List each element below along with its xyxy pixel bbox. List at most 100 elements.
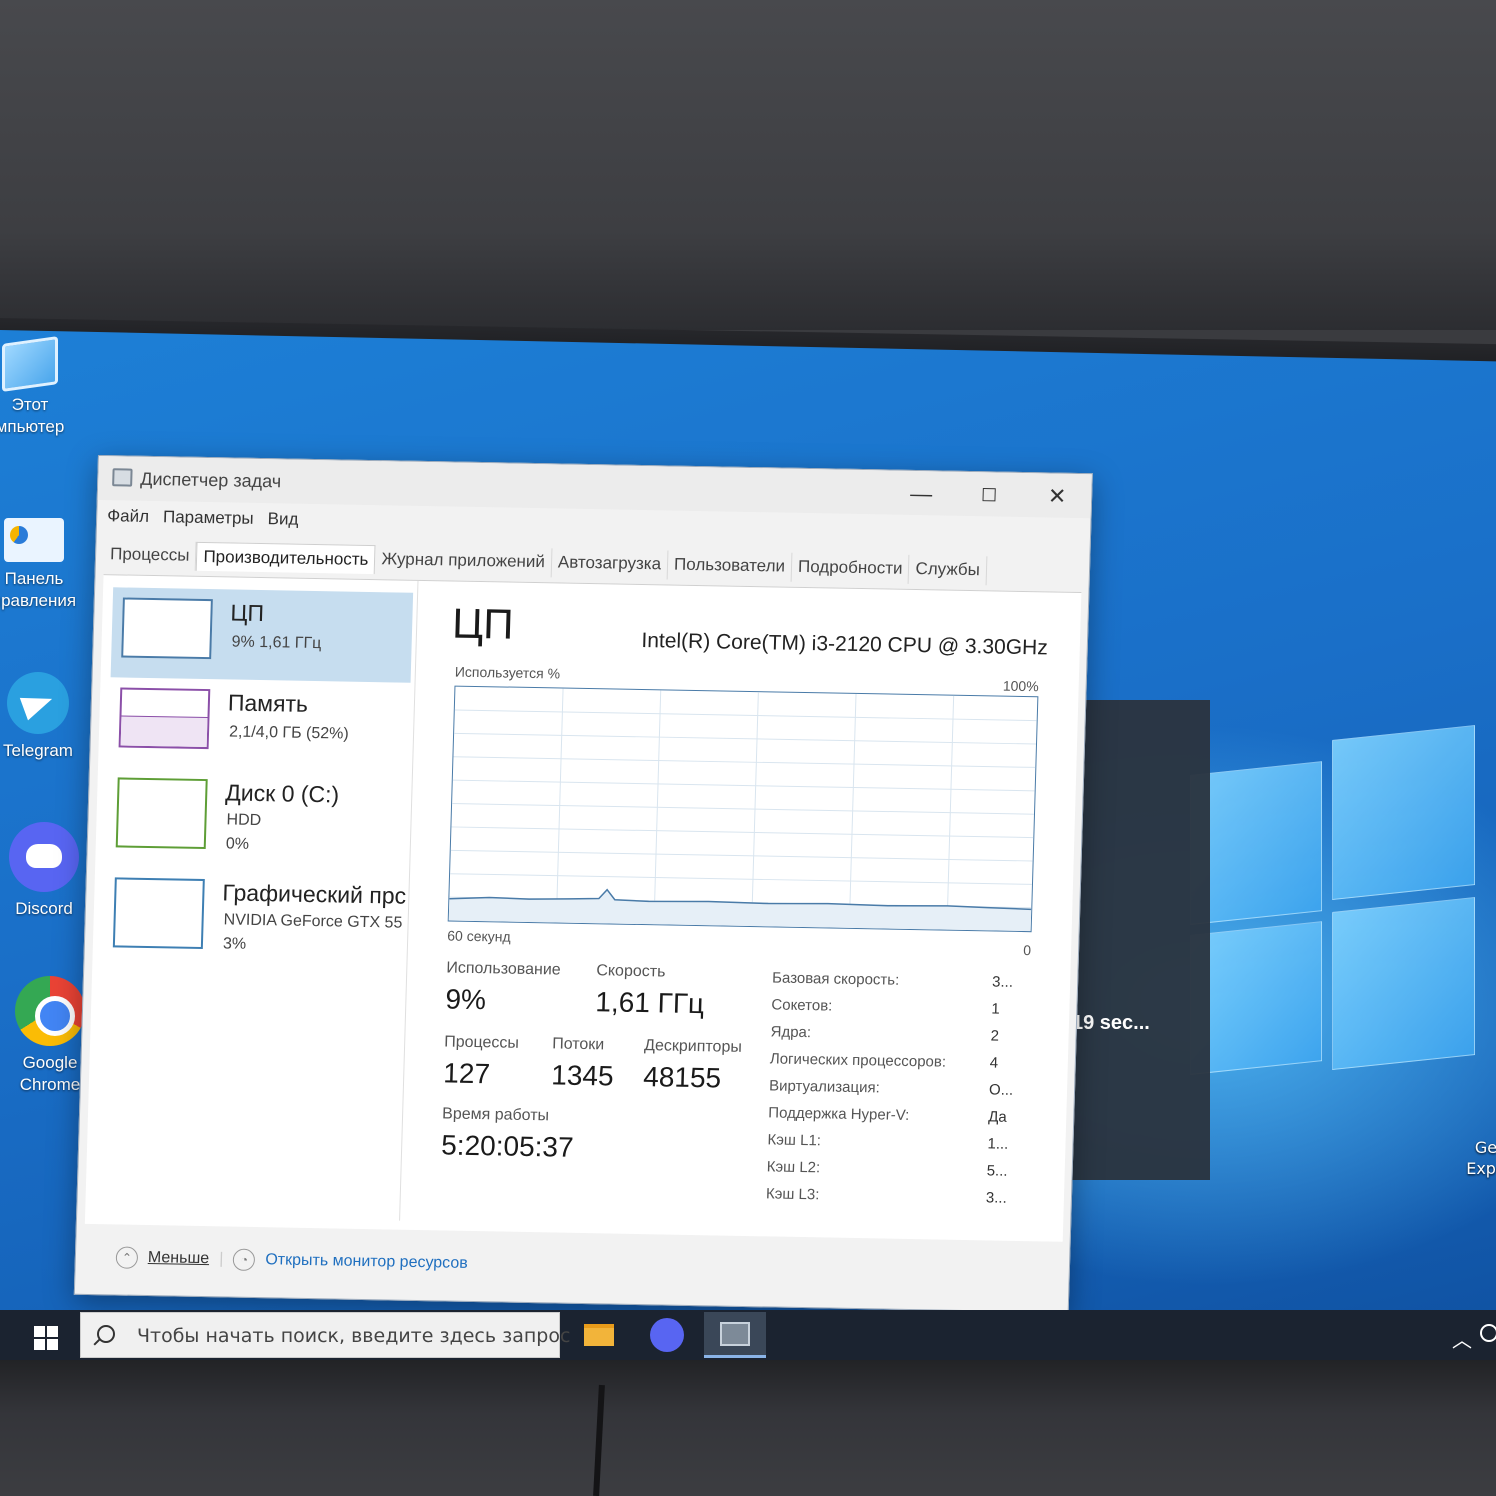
sidebar-item-detail: 0% <box>225 835 250 853</box>
sidebar-item-detail: 9% 1,61 ГГц <box>231 633 322 653</box>
spec-key: Базовая скорость: <box>771 969 900 989</box>
chevron-up-icon[interactable]: ⌃ <box>115 1246 139 1269</box>
task-manager-icon <box>720 1322 750 1346</box>
start-button[interactable] <box>22 1320 64 1352</box>
desktop-icon-label: Этот мпьютер <box>0 395 65 437</box>
this-pc-icon <box>2 336 58 392</box>
usage-value: 9% <box>445 983 487 1016</box>
fewer-details-link[interactable]: Меньше <box>148 1249 210 1268</box>
disk-mini-graph <box>115 777 208 850</box>
menu-options[interactable]: Параметры <box>163 507 254 529</box>
background-window-text: 19 sec... <box>1072 1012 1150 1034</box>
desktop-icon-label: Discord <box>15 899 73 918</box>
desktop-icon-control-panel[interactable]: Панель правления <box>0 518 84 612</box>
tray-chevron-up-icon[interactable]: ︿ <box>1452 1324 1472 1353</box>
cpu-detail-panel: ЦП Intel(R) Core(TM) i3-2120 CPU @ 3.30G… <box>415 581 1073 1232</box>
control-panel-icon <box>4 518 64 562</box>
cpu-model-name: Intel(R) Core(TM) i3-2120 CPU @ 3.30GHz <box>641 628 1049 660</box>
graph-y-label: Используется % <box>454 663 561 682</box>
search-placeholder: Чтобы начать поиск, введите здесь запрос <box>137 1325 571 1347</box>
search-box[interactable]: Чтобы начать поиск, введите здесь запрос <box>80 1312 570 1358</box>
monitor-bezel-bottom <box>0 1360 1496 1496</box>
speed-value: 1,61 ГГц <box>594 986 705 1020</box>
tab-processes[interactable]: Процессы <box>103 540 197 571</box>
tab-details[interactable]: Подробности <box>791 552 910 584</box>
window-title: Диспетчер задач <box>140 468 282 492</box>
tab-users[interactable]: Пользователи <box>667 550 793 582</box>
spec-key: Ядра: <box>770 1023 812 1042</box>
performance-panel: ЦП 9% 1,61 ГГц Память 2,1/4,0 ГБ (52%) Д… <box>84 574 1082 1242</box>
sidebar-item-disk[interactable]: Диск 0 (C:) HDD 0% <box>105 767 408 872</box>
sidebar-item-label: Графический прс <box>222 879 407 909</box>
close-button[interactable]: ✕ <box>1034 481 1081 512</box>
spec-key: Кэш L1: <box>767 1131 822 1150</box>
sidebar-item-label: Диск 0 (C:) <box>224 779 340 808</box>
minimize-button[interactable]: — <box>898 479 945 510</box>
cpu-usage-chart <box>448 688 1037 932</box>
spec-value: 3... <box>991 973 1014 991</box>
network-globe-icon[interactable] <box>1480 1324 1496 1342</box>
threads-label: Потоки <box>551 1035 605 1054</box>
sidebar-item-detail: NVIDIA GeForce GTX 55 <box>223 911 403 932</box>
handles-label: Дескрипторы <box>643 1037 743 1056</box>
sidebar-item-gpu[interactable]: Графический прс NVIDIA GeForce GTX 55 3% <box>102 867 407 972</box>
room-wall <box>0 0 1496 330</box>
tab-app-history[interactable]: Журнал приложений <box>375 545 553 578</box>
desktop-icon-telegram[interactable]: Telegram <box>0 672 88 762</box>
speed-label: Скорость <box>596 962 666 981</box>
spec-key: Логических процессоров: <box>769 1050 947 1071</box>
processes-value: 127 <box>442 1057 491 1090</box>
taskbar-file-explorer[interactable] <box>568 1312 630 1358</box>
open-resource-monitor-link[interactable]: Открыть монитор ресурсов <box>265 1251 468 1273</box>
search-icon <box>97 1325 115 1343</box>
spec-value: 1... <box>987 1135 1009 1153</box>
graph-time-label: 60 секунд <box>447 927 511 945</box>
spec-value: 2 <box>990 1027 1000 1045</box>
desktop-icon-label: Telegram <box>3 741 73 760</box>
memory-mini-graph <box>118 687 211 750</box>
usage-label: Использование <box>446 959 561 979</box>
threads-value: 1345 <box>550 1059 615 1092</box>
sidebar-item-cpu[interactable]: ЦП 9% 1,61 ГГц <box>110 587 414 683</box>
footer-bar: ⌃ Меньше | ◔ Открыть монитор ресурсов <box>115 1246 468 1274</box>
taskbar: Чтобы начать поиск, введите здесь запрос… <box>0 1310 1496 1360</box>
spec-key: Сокетов: <box>771 996 833 1015</box>
tab-startup[interactable]: Автозагрузка <box>551 548 669 580</box>
task-manager-window: Диспетчер задач — ☐ ✕ Файл Параметры Вид… <box>73 455 1093 1313</box>
windows-start-icon <box>34 1339 45 1350</box>
desktop-icon-partial[interactable]: Ge Expe <box>1466 1138 1496 1180</box>
chrome-icon <box>15 976 85 1046</box>
cpu-title: ЦП <box>451 599 515 648</box>
maximize-button[interactable]: ☐ <box>966 480 1013 511</box>
taskbar-task-manager[interactable] <box>704 1312 766 1358</box>
spec-key: Кэш L2: <box>766 1158 821 1177</box>
desktop-icon-discord[interactable]: Discord <box>0 822 94 920</box>
sidebar-item-memory[interactable]: Память 2,1/4,0 ГБ (52%) <box>108 677 411 772</box>
footer-divider: | <box>218 1250 224 1268</box>
gpu-mini-graph <box>112 877 205 950</box>
spec-value: 5... <box>986 1162 1008 1180</box>
menu-file[interactable]: Файл <box>107 506 149 527</box>
task-manager-icon <box>112 468 133 487</box>
resource-monitor-icon[interactable]: ◔ <box>233 1248 256 1272</box>
uptime-value: 5:20:05:37 <box>440 1129 575 1163</box>
spec-value: 1 <box>991 1000 1000 1018</box>
cpu-usage-graph <box>447 685 1039 933</box>
graph-min-label: 0 <box>1023 942 1032 959</box>
desktop-icon-this-pc[interactable]: Этот мпьютер <box>0 336 80 438</box>
processes-label: Процессы <box>443 1033 520 1052</box>
sidebar-item-label: Память <box>227 689 309 717</box>
taskbar-discord[interactable] <box>636 1312 698 1358</box>
menu-view[interactable]: Вид <box>267 509 298 530</box>
discord-icon <box>650 1318 684 1352</box>
sidebar-item-detail: 2,1/4,0 ГБ (52%) <box>228 723 349 743</box>
tab-performance[interactable]: Производительность <box>196 541 376 575</box>
spec-value: Да <box>988 1108 1008 1126</box>
windows-start-icon <box>47 1339 58 1350</box>
sidebar-item-detail: 3% <box>222 935 247 953</box>
sidebar-item-detail: HDD <box>226 811 262 830</box>
spec-key: Кэш L3: <box>765 1185 820 1204</box>
tab-services[interactable]: Службы <box>909 554 988 586</box>
desktop-icon-label: Панель правления <box>0 569 77 611</box>
sidebar-item-label: ЦП <box>230 599 265 627</box>
